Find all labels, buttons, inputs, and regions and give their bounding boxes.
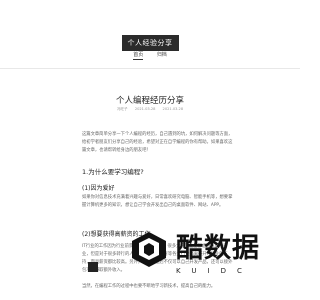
section-heading-1: 1.为什么要学习编程? [82, 168, 144, 176]
main-nav: 首页 归档 [0, 51, 300, 60]
post-title: 个人编程经历分享 [115, 96, 184, 106]
paragraph-1: 如果你对信息技术充满着兴趣与爱好，日常喜欢研究电脑、智能手机等，想要掌握计算机更… [82, 195, 233, 208]
nav-divider [0, 68, 300, 69]
post-updated-date: 2021.03.28 [162, 107, 184, 111]
post-author: 冯旺子 [116, 107, 128, 111]
post-intro: 这篇文章简单分享一下个人编程的经历，自己遇到的坑，如何解决问题等方面，给初学者朋… [82, 132, 233, 153]
nav-item-home[interactable]: 首页 [133, 51, 144, 60]
watermark-subtext: KUIDC [176, 267, 253, 275]
site-title-wrapper: 个人经验分享 [0, 30, 300, 51]
watermark-text: 酷数据 [176, 233, 260, 264]
nav-item-archive[interactable]: 归档 [157, 51, 167, 58]
post-meta: 冯旺子 2021.03.28 2021.03.28 [0, 107, 300, 112]
quote-marker [88, 262, 98, 272]
post-date: 2021.03.28 [134, 107, 156, 111]
cube-logo-icon [132, 232, 166, 267]
site-title[interactable]: 个人经验分享 [121, 35, 179, 51]
watermark-logo: 酷数据 KUIDC [128, 226, 278, 296]
subheading-1: (1)因为爱好 [82, 185, 115, 192]
